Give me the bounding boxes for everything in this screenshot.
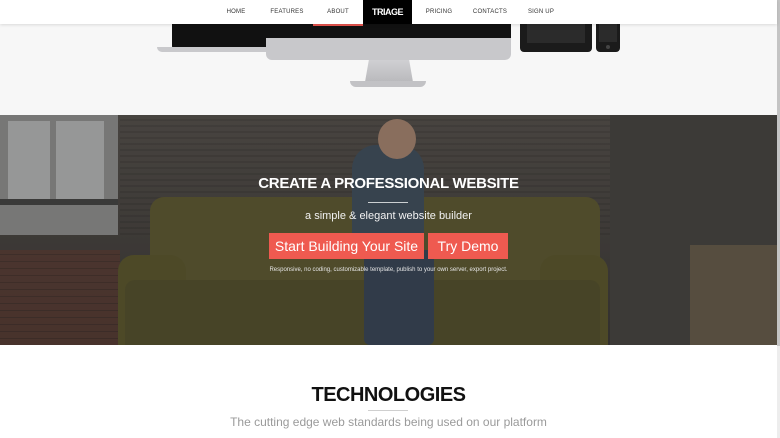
laptop-base [157, 47, 275, 52]
technologies-heading: TECHNOLOGIES [311, 384, 466, 406]
nav-contacts[interactable]: CONTACTS [473, 0, 507, 24]
nav-sign-up[interactable]: SIGN UP [528, 0, 554, 24]
hero-subtitle: a simple & elegant website builder [305, 210, 472, 222]
hero-title: CREATE A PROFESSIONAL WEBSITE [258, 175, 519, 192]
brand-logo[interactable]: TRIAGE [363, 0, 412, 24]
technologies-divider [368, 410, 408, 411]
technologies-subtitle: The cutting edge web standards being use… [230, 415, 547, 429]
top-navigation: HOME FEATURES ABOUT TRIAGE PRICING CONTA… [0, 0, 777, 24]
hero-features-note: Responsive, no coding, customizable temp… [269, 267, 508, 273]
monitor-stand [365, 60, 413, 82]
nav-features[interactable]: FEATURES [270, 0, 303, 24]
try-demo-button[interactable]: Try Demo [428, 233, 508, 259]
hero-overlay [0, 115, 777, 345]
nav-home[interactable]: HOME [227, 0, 246, 24]
monitor-accent-bar [313, 24, 363, 26]
phone-home-button [606, 45, 610, 49]
hero-section: CREATE A PROFESSIONAL WEBSITE a simple &… [0, 115, 777, 345]
nav-about[interactable]: ABOUT [327, 0, 349, 24]
hero-divider [368, 202, 408, 203]
monitor-foot [350, 81, 426, 87]
start-building-button[interactable]: Start Building Your Site [269, 233, 424, 259]
nav-pricing[interactable]: PRICING [426, 0, 452, 24]
